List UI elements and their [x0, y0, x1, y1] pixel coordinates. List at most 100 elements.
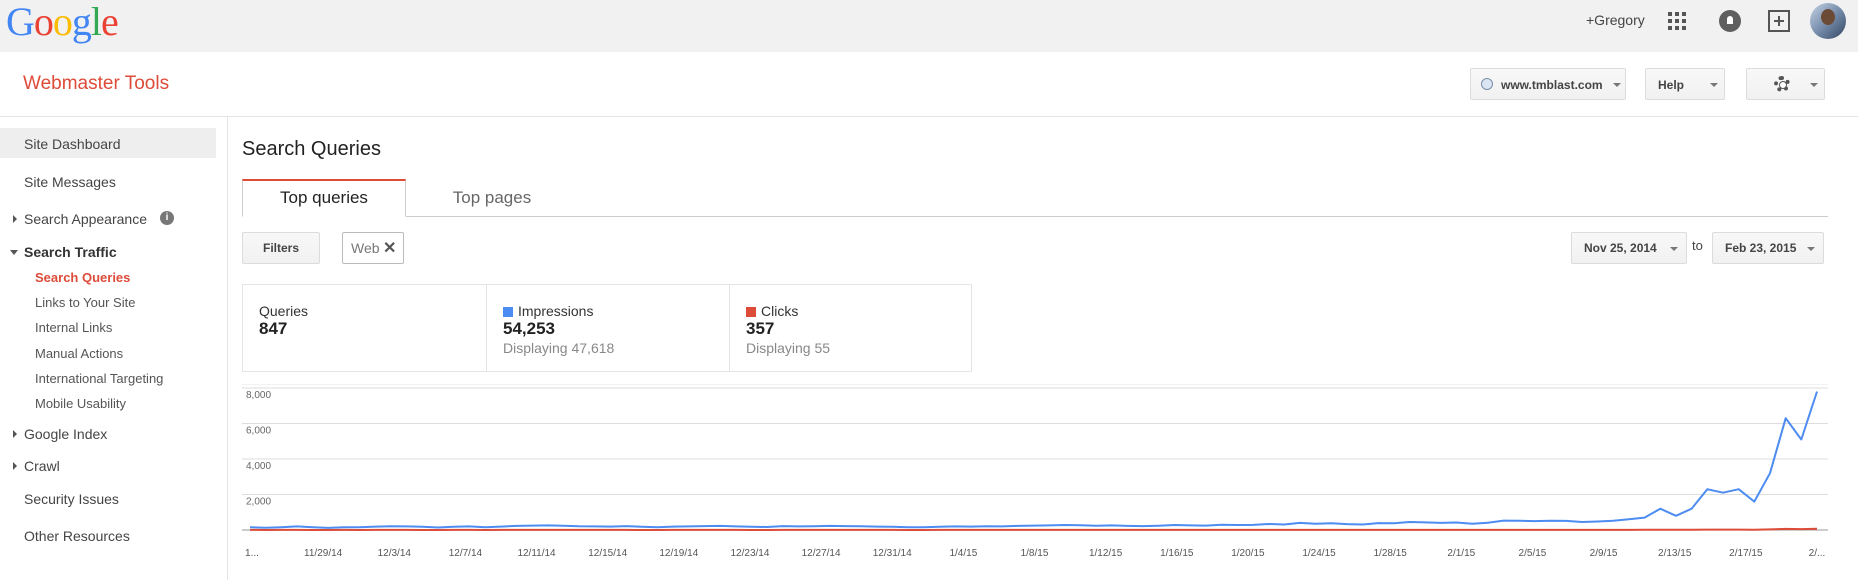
x-tick-label: 11/29/14	[304, 548, 343, 559]
sidebar-item-search-queries[interactable]: Search Queries	[35, 270, 130, 285]
chevron-down-icon	[1670, 247, 1678, 251]
help-button[interactable]: Help	[1645, 68, 1725, 100]
stat-label-row: Impressions	[503, 303, 593, 319]
filters-button[interactable]: Filters	[242, 232, 320, 264]
logo-letter: o	[52, 0, 73, 44]
stat-label: Queries	[259, 303, 309, 319]
date-from-button[interactable]: Nov 25, 2014	[1571, 232, 1687, 264]
logo-letter: g	[71, 0, 92, 44]
x-tick-label: 2/13/15	[1658, 548, 1692, 559]
share-plus-icon[interactable]	[1768, 10, 1790, 32]
product-title[interactable]: Webmaster Tools	[23, 73, 169, 95]
x-tick-label: 1/28/15	[1373, 548, 1407, 559]
google-bar: Google +Gregory	[0, 0, 1858, 52]
impressions-clicks-chart[interactable]: 8,000 6,000 4,000 2,000 1... 11/29/14 12/3/14 1…	[242, 384, 1828, 580]
x-tick-label: 1/4/15	[949, 548, 977, 559]
stat-display-count: Displaying 47,618	[503, 340, 615, 356]
expand-arrow-icon[interactable]	[13, 430, 17, 438]
collapse-arrow-icon[interactable]	[10, 250, 18, 255]
help-label: Help	[1658, 78, 1685, 92]
chevron-down-icon	[1613, 83, 1621, 87]
apps-grid-icon[interactable]	[1668, 12, 1686, 30]
sidebar-item-other-resources[interactable]: Other Resources	[24, 528, 130, 544]
impressions-swatch	[503, 307, 513, 317]
x-tick-label: 12/27/14	[802, 548, 841, 559]
logo-letter: o	[33, 0, 54, 44]
user-profile-link[interactable]: +Gregory	[1586, 12, 1645, 28]
x-tick-label: 12/15/14	[588, 548, 627, 559]
x-tick-label: 12/31/14	[873, 548, 912, 559]
notifications-icon[interactable]	[1719, 10, 1741, 32]
expand-arrow-icon[interactable]	[13, 215, 17, 223]
chevron-down-icon	[1710, 83, 1718, 87]
clicks-swatch	[746, 307, 756, 317]
gear-icon	[1774, 76, 1790, 92]
sidebar-item-crawl[interactable]: Crawl	[24, 458, 60, 474]
close-icon[interactable]: ✕	[383, 238, 396, 258]
sidebar-item-search-traffic[interactable]: Search Traffic	[24, 244, 117, 260]
sidebar-item-mobile-usability[interactable]: Mobile Usability	[35, 396, 126, 411]
series-line-clicks	[249, 527, 1818, 531]
stat-label: Clicks	[761, 303, 799, 319]
summary-stats: Queries 847 Impressions 54,253 Displayin…	[242, 284, 972, 372]
y-tick-label: 4,000	[246, 461, 271, 472]
x-tick-label: 1/12/15	[1089, 548, 1123, 559]
stat-display-count: Displaying 55	[746, 340, 831, 356]
filter-chip-web[interactable]: Web ✕	[342, 232, 404, 264]
page-title: Search Queries	[242, 138, 381, 160]
tab-top-pages[interactable]: Top pages	[422, 179, 562, 217]
x-tick-label: 12/23/14	[730, 548, 769, 559]
tab-top-queries[interactable]: Top queries	[242, 179, 406, 217]
settings-button[interactable]	[1746, 68, 1825, 100]
site-selector-button[interactable]: www.tmblast.com	[1470, 68, 1626, 100]
sidebar-divider	[227, 117, 228, 580]
x-tick-label: 2/1/15	[1447, 548, 1475, 559]
logo-letter: G	[6, 0, 35, 44]
sidebar-item-links-to-your-site[interactable]: Links to Your Site	[35, 295, 135, 310]
stat-value: 54,253	[503, 319, 555, 338]
sidebar-item-security-issues[interactable]: Security Issues	[24, 491, 119, 507]
y-tick-label: 8,000	[246, 390, 271, 401]
google-logo[interactable]: Google	[6, 0, 119, 45]
x-tick-label: 1/20/15	[1231, 548, 1265, 559]
sidebar-item-manual-actions[interactable]: Manual Actions	[35, 346, 123, 361]
x-tick-label: 1/16/15	[1160, 548, 1194, 559]
info-icon[interactable]: i	[160, 211, 174, 225]
stat-label: Impressions	[518, 303, 594, 319]
avatar[interactable]	[1810, 3, 1846, 39]
logo-letter: e	[101, 0, 119, 44]
x-tick-label: 1/24/15	[1302, 548, 1336, 559]
site-selector-label: www.tmblast.com	[1501, 78, 1603, 92]
stat-impressions[interactable]: Impressions 54,253 Displaying 47,618	[486, 285, 730, 371]
x-tick-label: 2/5/15	[1519, 548, 1547, 559]
sidebar-item-search-appearance[interactable]: Search Appearance	[24, 211, 147, 227]
chevron-down-icon	[1810, 83, 1818, 87]
x-tick-label: 1...	[245, 548, 259, 559]
x-tick-label: 2/...	[1809, 548, 1826, 559]
globe-icon	[1481, 78, 1493, 90]
date-to-button[interactable]: Feb 23, 2015	[1712, 232, 1824, 264]
y-tick-label: 2,000	[246, 497, 271, 508]
date-to-label: Feb 23, 2015	[1725, 241, 1797, 255]
x-tick-label: 12/3/14	[378, 548, 412, 559]
stat-value: 847	[259, 319, 288, 338]
sidebar-item-site-messages[interactable]: Site Messages	[24, 174, 116, 190]
sidebar-item-label[interactable]: Site Dashboard	[24, 136, 121, 152]
x-tick-label: 12/7/14	[449, 548, 483, 559]
sidebar-item-internal-links[interactable]: Internal Links	[35, 320, 112, 335]
stat-clicks[interactable]: Clicks 357 Displaying 55	[729, 285, 973, 371]
logo-letter: l	[90, 0, 102, 44]
chevron-down-icon	[1807, 247, 1815, 251]
stat-queries[interactable]: Queries 847	[243, 285, 486, 371]
sidebar-item-google-index[interactable]: Google Index	[24, 426, 107, 442]
date-range-separator: to	[1692, 238, 1703, 253]
y-tick-label: 6,000	[246, 426, 271, 437]
stat-label-row: Clicks	[746, 303, 798, 319]
series-line-impressions	[249, 391, 1818, 529]
x-tick-label: 12/11/14	[517, 548, 556, 559]
x-tick-label: 1/8/15	[1021, 548, 1049, 559]
x-tick-label: 2/17/15	[1729, 548, 1763, 559]
sidebar-item-international-targeting[interactable]: International Targeting	[35, 371, 163, 386]
expand-arrow-icon[interactable]	[13, 462, 17, 470]
x-tick-label: 2/9/15	[1590, 548, 1618, 559]
